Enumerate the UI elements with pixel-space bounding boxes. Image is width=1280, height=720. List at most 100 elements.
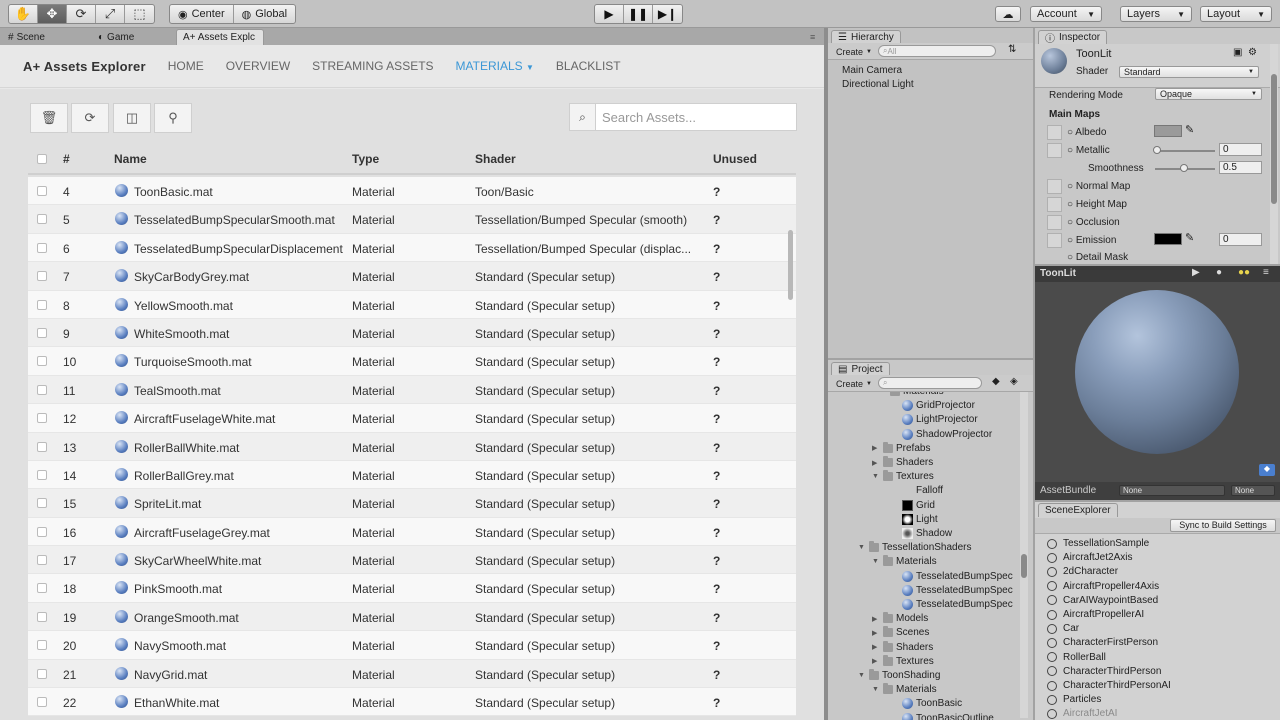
- project-tree-item[interactable]: ▼ Materials: [872, 683, 937, 695]
- hierarchy-item-directional-light[interactable]: Directional Light: [842, 79, 914, 90]
- table-row[interactable]: 10 TurquoiseSmooth.mat Material Standard (S…: [28, 347, 796, 376]
- tab-inspector[interactable]: ⓘ Inspector: [1038, 30, 1108, 45]
- normal-map-texture-slot[interactable]: [1047, 179, 1062, 194]
- scene-list-item[interactable]: CharacterFirstPerson: [1047, 637, 1158, 648]
- table-row[interactable]: 7 SkyCarBodyGrey.mat Material Standard (Spe…: [28, 262, 796, 291]
- preview-sphere-icon[interactable]: ●: [1216, 267, 1222, 278]
- row-checkbox[interactable]: [37, 242, 47, 253]
- scene-list-item[interactable]: CarAIWaypointBased: [1047, 595, 1158, 606]
- row-checkbox[interactable]: [37, 640, 47, 651]
- table-row[interactable]: 5 TesselatedBumpSpecularSmooth.mat Materia…: [28, 205, 796, 234]
- col-name-header[interactable]: Name: [114, 152, 147, 166]
- project-tree-item[interactable]: ▶ Shaders: [872, 456, 933, 468]
- project-tree-item[interactable]: TesselatedBumpSpec: [902, 599, 1013, 610]
- tab-menu-icon[interactable]: ≡: [810, 32, 815, 42]
- table-scrollbar[interactable]: [788, 230, 793, 300]
- project-tree-item[interactable]: ▶ Scenes: [872, 626, 929, 638]
- project-tree-item[interactable]: Materials: [890, 392, 944, 397]
- metallic-value-field[interactable]: 0: [1219, 143, 1262, 156]
- shader-dropdown[interactable]: Standard ▼: [1119, 66, 1259, 78]
- table-row[interactable]: 19 OrangeSmooth.mat Material Standard (Spec…: [28, 602, 796, 632]
- settings-gear-icon[interactable]: ⚙: [1248, 47, 1257, 58]
- scene-list-item[interactable]: AircraftJetAI: [1047, 708, 1117, 719]
- table-row[interactable]: 17 SkyCarWheelWhite.mat Material Standard (…: [28, 546, 796, 575]
- row-checkbox[interactable]: [37, 271, 47, 282]
- project-create-dropdown[interactable]: Create ▼: [832, 377, 876, 390]
- project-tree-item[interactable]: ▶ Prefabs: [872, 441, 930, 454]
- delete-button[interactable]: 🗑: [30, 103, 68, 133]
- row-checkbox[interactable]: [37, 214, 47, 225]
- row-checkbox[interactable]: [37, 611, 47, 622]
- scene-list-item[interactable]: TessellationSample: [1047, 538, 1149, 549]
- account-dropdown[interactable]: Account ▼: [1030, 6, 1102, 22]
- project-tree-item[interactable]: ▼ TessellationShaders: [858, 541, 972, 553]
- scene-list-item[interactable]: AircraftPropeller4Axis: [1047, 581, 1159, 592]
- table-row[interactable]: 21 NavyGrid.mat Material Standard (Specular…: [28, 659, 796, 689]
- row-checkbox[interactable]: [37, 526, 47, 537]
- expanded-arrow-icon[interactable]: ▼: [872, 686, 880, 693]
- tab-hierarchy[interactable]: ☰ Hierarchy: [831, 30, 901, 44]
- cloud-button[interactable]: ☁: [995, 6, 1021, 22]
- columns-button[interactable]: ◫: [113, 103, 151, 133]
- tab-scene-explorer[interactable]: SceneExplorer: [1038, 503, 1118, 517]
- row-checkbox[interactable]: [37, 299, 47, 310]
- project-tree-item[interactable]: TesselatedBumpSpec: [902, 570, 1013, 582]
- step-icon[interactable]: ▶❙: [653, 5, 682, 23]
- emission-eyedropper-icon[interactable]: ✎: [1185, 231, 1194, 244]
- table-row[interactable]: 9 WhiteSmooth.mat Material Standard (Specul…: [28, 318, 796, 348]
- project-tree-item[interactable]: Shadow: [902, 528, 952, 539]
- project-tree-item[interactable]: ▶ Models: [872, 612, 928, 624]
- layers-dropdown[interactable]: Layers ▼: [1120, 6, 1192, 22]
- preview-play-icon[interactable]: ▶: [1192, 267, 1200, 278]
- project-tree-item[interactable]: ▶ Shaders: [872, 640, 933, 653]
- expanded-arrow-icon[interactable]: ▼: [858, 544, 866, 551]
- nav-streaming-assets[interactable]: STREAMING ASSETS: [312, 59, 433, 73]
- scene-list-item[interactable]: Particles: [1047, 694, 1101, 705]
- table-row[interactable]: 11 TealSmooth.mat Material Standard (Specul…: [28, 375, 796, 405]
- assetbundle-variant-dropdown[interactable]: None: [1231, 485, 1275, 496]
- row-checkbox[interactable]: [37, 583, 47, 594]
- metallic-texture-slot[interactable]: [1047, 143, 1062, 158]
- project-tree-item[interactable]: GridProjector: [902, 400, 975, 412]
- row-checkbox[interactable]: [37, 327, 47, 338]
- preview-sphere[interactable]: [1075, 290, 1239, 454]
- project-scrollbar[interactable]: [1020, 392, 1028, 718]
- filter-label-icon[interactable]: ◈: [1010, 376, 1018, 387]
- move-tool-icon[interactable]: ✥: [38, 5, 67, 23]
- albedo-eyedropper-icon[interactable]: ✎: [1185, 123, 1194, 136]
- table-row[interactable]: 22 EthanWhite.mat Material Standard (Specul…: [28, 688, 796, 717]
- collapsed-arrow-icon[interactable]: ▶: [872, 444, 880, 452]
- select-all-checkbox[interactable]: [37, 154, 47, 164]
- scene-list-item[interactable]: CharacterThirdPersonAI: [1047, 680, 1171, 691]
- nav-blacklist[interactable]: BLACKLIST: [556, 59, 621, 73]
- hierarchy-create-dropdown[interactable]: Create ▼: [832, 45, 876, 58]
- emission-value-field[interactable]: 0: [1219, 233, 1262, 246]
- assetbundle-dropdown[interactable]: None: [1119, 485, 1225, 496]
- smoothness-slider-knob[interactable]: [1180, 164, 1188, 172]
- collapsed-arrow-icon[interactable]: ▶: [872, 657, 880, 665]
- table-row[interactable]: 20 NavySmooth.mat Material Standard (Specul…: [28, 631, 796, 660]
- project-tree-item[interactable]: Falloff: [902, 485, 943, 496]
- collapsed-arrow-icon[interactable]: ▶: [872, 459, 880, 467]
- row-checkbox[interactable]: [37, 668, 47, 679]
- row-checkbox[interactable]: [37, 555, 47, 566]
- project-tree-item[interactable]: ▶ Textures: [872, 654, 934, 667]
- nav-home[interactable]: HOME: [168, 59, 204, 73]
- filter-type-icon[interactable]: ◆: [992, 376, 1000, 387]
- albedo-texture-slot[interactable]: [1047, 125, 1062, 140]
- row-checkbox[interactable]: [37, 384, 47, 395]
- scale-tool-icon[interactable]: ⤢: [96, 5, 125, 23]
- project-tree-item[interactable]: ▼ Materials: [872, 555, 937, 567]
- play-icon[interactable]: ▶: [595, 5, 624, 23]
- hierarchy-item-main-camera[interactable]: Main Camera: [842, 65, 902, 76]
- sync-build-settings-button[interactable]: Sync to Build Settings: [1170, 519, 1276, 532]
- albedo-color-swatch[interactable]: [1154, 125, 1182, 137]
- expanded-arrow-icon[interactable]: ▼: [858, 672, 866, 679]
- inspector-scrollbar[interactable]: [1270, 44, 1278, 264]
- help-book-icon[interactable]: ▣: [1233, 47, 1242, 58]
- hierarchy-sort-icon[interactable]: ⇅: [1008, 44, 1016, 55]
- asset-label-icon[interactable]: ◆: [1259, 464, 1275, 476]
- row-checkbox[interactable]: [37, 413, 47, 424]
- nav-materials[interactable]: MATERIALS ▼: [456, 59, 534, 73]
- tab-project[interactable]: ▤ Project: [831, 362, 890, 376]
